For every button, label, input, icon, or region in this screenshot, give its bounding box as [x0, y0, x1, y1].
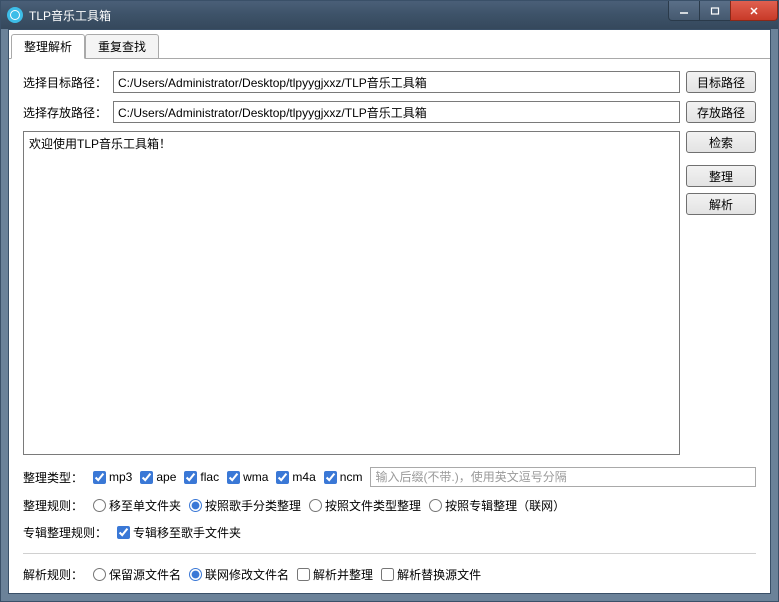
file-types-row: 整理类型： mp3 ape flac wma m4a ncm: [23, 467, 756, 487]
parse-button[interactable]: 解析: [686, 193, 756, 215]
close-icon: [749, 6, 759, 16]
rad-single-folder[interactable]: 移至单文件夹: [93, 497, 181, 514]
log-textarea[interactable]: 欢迎使用TLP音乐工具箱！: [23, 131, 680, 455]
client-area: 整理解析 重复查找 选择目标路径： 目标路径 选择存放路径： 存放路径 欢迎使用…: [8, 29, 771, 594]
maximize-button[interactable]: [699, 1, 731, 21]
chk-parse-replace-source[interactable]: 解析替换源文件: [381, 566, 481, 583]
chk-wma[interactable]: wma: [227, 470, 268, 484]
target-path-button[interactable]: 目标路径: [686, 71, 756, 93]
tab-organize-parse[interactable]: 整理解析: [11, 34, 85, 59]
parse-rules-label: 解析规则：: [23, 566, 83, 583]
save-path-input[interactable]: [113, 101, 680, 123]
file-types-label: 整理类型：: [23, 469, 83, 486]
rad-by-album[interactable]: 按照专辑整理（联网）: [429, 497, 565, 514]
chk-flac[interactable]: flac: [184, 470, 219, 484]
side-buttons: 检索 整理 解析: [686, 131, 756, 215]
chk-album-to-artist[interactable]: 专辑移至歌手文件夹: [117, 524, 241, 541]
target-path-label: 选择目标路径：: [23, 74, 107, 91]
save-path-button[interactable]: 存放路径: [686, 101, 756, 123]
save-path-label: 选择存放路径：: [23, 104, 107, 121]
organize-button[interactable]: 整理: [686, 165, 756, 187]
target-path-input[interactable]: [113, 71, 680, 93]
chk-ape[interactable]: ape: [140, 470, 176, 484]
rad-by-filetype[interactable]: 按照文件类型整理: [309, 497, 421, 514]
minimize-icon: [679, 6, 689, 16]
organize-rules-label: 整理规则：: [23, 497, 83, 514]
chk-parse-and-organize[interactable]: 解析并整理: [297, 566, 373, 583]
organize-rules-row: 整理规则： 移至单文件夹 按照歌手分类整理 按照文件类型整理 按照专辑整理（联网…: [23, 497, 756, 514]
album-rule-label: 专辑整理规则：: [23, 524, 107, 541]
app-window: TLP音乐工具箱 整理解析 重复查找 选择目标路径： 目标路径: [0, 0, 779, 602]
save-path-row: 选择存放路径： 存放路径: [23, 101, 756, 123]
options-section: 整理类型： mp3 ape flac wma m4a ncm 整理规则： 移至单…: [23, 463, 756, 583]
minimize-button[interactable]: [668, 1, 700, 21]
chk-mp3[interactable]: mp3: [93, 470, 132, 484]
app-icon: [7, 7, 23, 23]
window-title: TLP音乐工具箱: [29, 7, 669, 24]
window-controls: [669, 1, 778, 29]
parse-rules-row: 解析规则： 保留源文件名 联网修改文件名 解析并整理 解析替换源文件: [23, 566, 756, 583]
album-rule-row: 专辑整理规则： 专辑移至歌手文件夹: [23, 524, 756, 541]
maximize-icon: [710, 6, 720, 16]
rad-keep-filename[interactable]: 保留源文件名: [93, 566, 181, 583]
titlebar: TLP音乐工具箱: [1, 1, 778, 29]
tab-content: 选择目标路径： 目标路径 选择存放路径： 存放路径 欢迎使用TLP音乐工具箱！ …: [9, 59, 770, 593]
close-button[interactable]: [730, 1, 778, 21]
rad-by-artist[interactable]: 按照歌手分类整理: [189, 497, 301, 514]
log-section: 欢迎使用TLP音乐工具箱！ 检索 整理 解析: [23, 131, 756, 455]
tab-duplicate-find[interactable]: 重复查找: [85, 34, 159, 59]
rad-online-rename[interactable]: 联网修改文件名: [189, 566, 289, 583]
tab-bar: 整理解析 重复查找: [9, 30, 770, 59]
ext-input[interactable]: [370, 467, 756, 487]
chk-m4a[interactable]: m4a: [276, 470, 315, 484]
target-path-row: 选择目标路径： 目标路径: [23, 71, 756, 93]
divider: [23, 553, 756, 554]
search-button[interactable]: 检索: [686, 131, 756, 153]
chk-ncm[interactable]: ncm: [324, 470, 363, 484]
